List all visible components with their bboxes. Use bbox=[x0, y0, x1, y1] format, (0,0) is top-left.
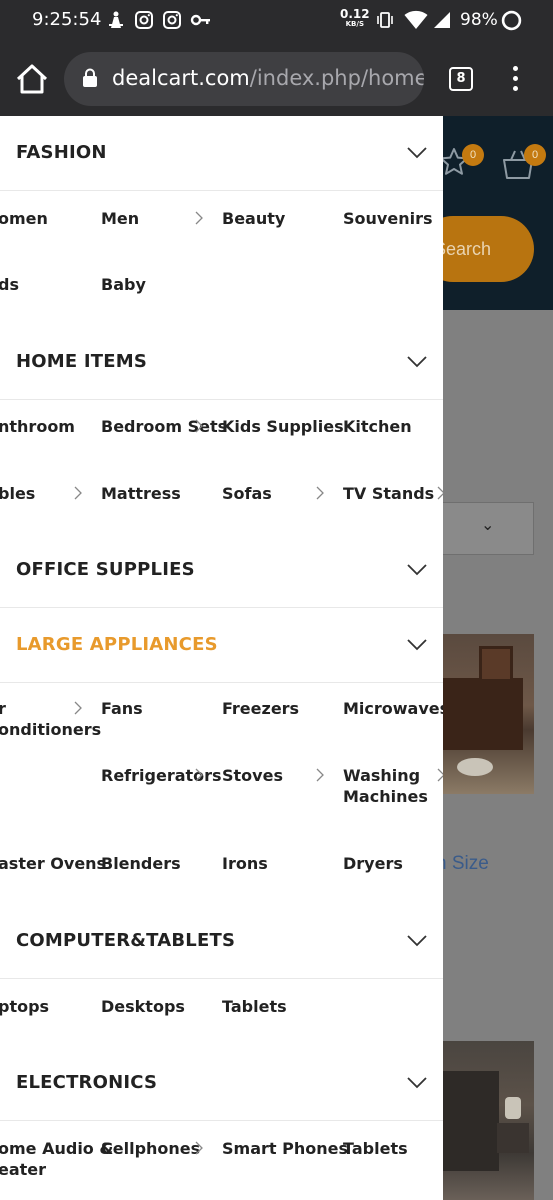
category-item-washing-machines-line1[interactable]: Washing bbox=[343, 765, 420, 786]
category-item-tablets[interactable]: Tablets bbox=[222, 996, 287, 1017]
section-header-large-appliances[interactable]: LARGE APPLIANCES bbox=[0, 608, 443, 683]
url-path: /index.php/home- bbox=[249, 66, 424, 90]
browser-toolbar: dealcart.com/index.php/home- 8 bbox=[0, 40, 553, 116]
product-image-bedroom-set[interactable] bbox=[443, 1041, 534, 1200]
url-text: dealcart.com/index.php/home- bbox=[112, 66, 424, 90]
section-title: LARGE APPLIANCES bbox=[16, 634, 218, 655]
category-item-desktops[interactable]: Desktops bbox=[101, 996, 185, 1017]
cart-count-badge: 0 bbox=[524, 144, 546, 166]
category-item-laptops[interactable]: ptops bbox=[0, 996, 49, 1017]
category-item-kids[interactable]: ds bbox=[0, 274, 19, 295]
category-item-souvenirs[interactable]: Souvenirs bbox=[343, 208, 432, 229]
category-item-freezers[interactable]: Freezers bbox=[222, 698, 299, 719]
category-item-kitchen[interactable]: Kitchen bbox=[343, 416, 412, 437]
chevron-right-icon[interactable] bbox=[194, 418, 204, 434]
category-item-kids-supplies[interactable]: Kids Supplies bbox=[222, 416, 344, 437]
filter-size-link[interactable]: n Size bbox=[436, 853, 489, 875]
category-item-home-audio-theater-line1[interactable]: ome Audio & bbox=[0, 1138, 113, 1159]
category-item-sofas[interactable]: Sofas bbox=[222, 483, 272, 504]
section-title: FASHION bbox=[16, 142, 107, 163]
chevron-down-icon[interactable] bbox=[406, 563, 428, 577]
section-header-office-supplies[interactable]: OFFICE SUPPLIES bbox=[0, 533, 443, 608]
category-drawer: FASHION omen Men Beauty Souvenirs ds Bab… bbox=[0, 116, 443, 1200]
category-item-dryers[interactable]: Dryers bbox=[343, 853, 403, 874]
category-item-mattress[interactable]: Mattress bbox=[101, 483, 181, 504]
category-item-air-conditioners-line2[interactable]: onditioners bbox=[0, 719, 101, 740]
category-item-home-audio-theater-line2[interactable]: eater bbox=[0, 1159, 46, 1180]
category-item-air-conditioners-line1[interactable]: r bbox=[0, 698, 6, 719]
incognito-person-icon bbox=[106, 10, 126, 30]
section-title: COMPUTER&TABLETS bbox=[16, 930, 236, 951]
chevron-down-icon[interactable] bbox=[406, 355, 428, 369]
wifi-icon bbox=[404, 10, 428, 30]
cellular-signal-icon bbox=[432, 10, 452, 30]
section-title: OFFICE SUPPLIES bbox=[16, 559, 195, 580]
category-item-blenders[interactable]: Blenders bbox=[101, 853, 181, 874]
category-item-stoves[interactable]: Stoves bbox=[222, 765, 283, 786]
vpn-key-icon bbox=[190, 10, 212, 30]
section-title: HOME ITEMS bbox=[16, 351, 147, 372]
instagram-icon bbox=[162, 10, 182, 30]
status-bar: 9:25:54 0.12 KB/S 98% bbox=[0, 0, 553, 40]
chevron-right-icon[interactable] bbox=[194, 767, 204, 783]
category-item-bedroom-sets[interactable]: Bedroom Sets bbox=[101, 416, 227, 437]
sort-select[interactable]: ⌄ bbox=[430, 502, 534, 555]
vibrate-icon bbox=[375, 10, 395, 30]
category-item-fans[interactable]: Fans bbox=[101, 698, 143, 719]
product-image-bedroom-dresser[interactable] bbox=[443, 634, 534, 794]
chevron-right-icon[interactable] bbox=[436, 767, 443, 783]
category-item-microwaves[interactable]: Microwaves bbox=[343, 698, 443, 719]
category-item-irons[interactable]: Irons bbox=[222, 853, 268, 874]
section-header-fashion[interactable]: FASHION bbox=[0, 116, 443, 191]
status-time: 9:25:54 bbox=[32, 9, 102, 30]
address-bar[interactable]: dealcart.com/index.php/home- bbox=[64, 52, 424, 106]
network-speed-unit: KB/S bbox=[345, 20, 364, 28]
battery-percent: 98% bbox=[460, 10, 498, 30]
category-item-toaster-ovens[interactable]: aster Ovens bbox=[0, 853, 106, 874]
category-item-bathroom[interactable]: nthroom bbox=[0, 416, 75, 437]
instagram-icon bbox=[134, 10, 154, 30]
chevron-right-icon[interactable] bbox=[73, 485, 83, 501]
chevron-down-icon[interactable] bbox=[406, 934, 428, 948]
lock-icon bbox=[82, 68, 98, 88]
network-speed-value: 0.12 bbox=[340, 7, 370, 21]
category-item-tables[interactable]: bles bbox=[0, 483, 35, 504]
chevron-right-icon[interactable] bbox=[194, 1140, 204, 1156]
network-speed: 0.12 KB/S bbox=[340, 8, 370, 28]
chevron-right-icon[interactable] bbox=[315, 485, 325, 501]
chevron-down-icon[interactable] bbox=[406, 146, 428, 160]
category-item-beauty[interactable]: Beauty bbox=[222, 208, 285, 229]
chevron-down-icon[interactable] bbox=[406, 1076, 428, 1090]
url-domain: dealcart.com bbox=[112, 66, 250, 90]
tab-switcher-button[interactable]: 8 bbox=[449, 67, 473, 91]
chevron-right-icon[interactable] bbox=[315, 767, 325, 783]
category-item-baby[interactable]: Baby bbox=[101, 274, 146, 295]
chevron-right-icon[interactable] bbox=[73, 700, 83, 716]
wishlist-count-badge: 0 bbox=[462, 144, 484, 166]
chevron-down-icon[interactable] bbox=[406, 638, 428, 652]
section-header-home-items[interactable]: HOME ITEMS bbox=[0, 325, 443, 400]
category-item-men[interactable]: Men bbox=[101, 208, 139, 229]
category-item-cellphones[interactable]: Cellphones bbox=[101, 1138, 200, 1159]
more-menu-icon[interactable] bbox=[503, 64, 527, 94]
section-header-electronics[interactable]: ELECTRONICS bbox=[0, 1046, 443, 1121]
category-item-women[interactable]: omen bbox=[0, 208, 48, 229]
section-title: ELECTRONICS bbox=[16, 1072, 158, 1093]
chevron-right-icon[interactable] bbox=[194, 210, 204, 226]
section-header-computer-tablets[interactable]: COMPUTER&TABLETS bbox=[0, 904, 443, 979]
chevron-right-icon[interactable] bbox=[436, 485, 443, 501]
chevron-down-icon: ⌄ bbox=[481, 517, 495, 534]
category-item-washing-machines-line2[interactable]: Machines bbox=[343, 786, 428, 807]
category-item-smart-phones[interactable]: Smart Phones bbox=[222, 1138, 348, 1159]
category-item-tablets[interactable]: Tablets bbox=[343, 1138, 408, 1159]
home-icon[interactable] bbox=[14, 62, 50, 96]
category-item-tv-stands[interactable]: TV Stands bbox=[343, 483, 434, 504]
battery-ring-icon bbox=[501, 10, 522, 31]
